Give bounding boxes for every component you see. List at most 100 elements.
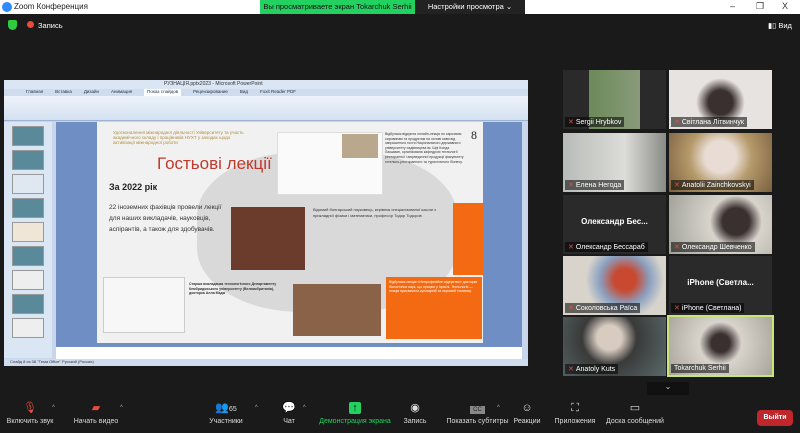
restore-button[interactable]: ❐ [756, 1, 764, 12]
record-icon: ◉ [410, 402, 420, 414]
apps-button[interactable]: ⛶ Приложения [553, 397, 597, 425]
participants-icon: 👥65 [215, 402, 237, 414]
slide-thumbnail[interactable] [12, 150, 44, 170]
chat-label: Чат [283, 418, 295, 425]
slide-thumbnail[interactable] [12, 198, 44, 218]
participant-name: Елена Негода [575, 182, 622, 189]
ribbon-tab[interactable]: Анимация [111, 89, 132, 96]
slide-text-middle: Відомий болгарський науковець, керівник … [313, 207, 436, 218]
slide-body: 22 іноземних фахівців провели лекції для… [109, 204, 222, 233]
participant-tile[interactable]: ✕ Світлана Літвинчук [669, 70, 772, 129]
reactions-label: Реакции [513, 418, 541, 425]
slide-thumbnail[interactable] [12, 126, 44, 146]
minimize-button[interactable]: – [730, 1, 735, 11]
participant-tile[interactable]: Олександр Бес... ✕ Олександр Бессараб [563, 195, 666, 254]
audio-options-caret[interactable]: ^ [52, 405, 55, 411]
captions-options-caret[interactable]: ^ [497, 405, 500, 411]
muted-mic-icon: ✕ [568, 119, 574, 126]
slide: Удосконалення міжнародної діяльності Уні… [97, 122, 483, 343]
chat-options-caret[interactable]: ^ [303, 405, 306, 411]
participant-name: Соколовська Раїса [575, 305, 638, 312]
participant-tile-active-speaker[interactable]: Tokarchuk Serhii [667, 315, 774, 377]
participant-tile[interactable]: iPhone (Светла... ✕ iPhone (Светлана) [669, 256, 772, 315]
slide-orange-textbox: Відбулася лекція «Непрофесійне лідерство… [386, 277, 482, 339]
slide-thumbnail[interactable] [12, 222, 44, 242]
chat-icon: 💬 [282, 402, 296, 414]
muted-mic-icon: ✕ [674, 305, 680, 312]
participant-tile[interactable]: ✕ Anatoly Kuts [563, 317, 666, 376]
ribbon-tab[interactable]: Вид [240, 89, 248, 96]
ribbon [4, 96, 528, 121]
recording-label: Запись [38, 21, 63, 30]
participant-tile[interactable]: ✕ Anatolii Zainchkovskyi [669, 133, 772, 192]
screen-share-banner: Вы просматриваете экран Tokarchuk Serhii [260, 0, 415, 14]
poster-image [293, 284, 381, 336]
ribbon-tab[interactable]: Foxit Reader PDF [260, 89, 296, 96]
video-screenshot-image [342, 134, 378, 158]
ribbon-tab[interactable]: Рецензирование [193, 89, 228, 96]
participant-name: Sergii Hrybkov [575, 119, 622, 126]
reactions-button[interactable]: ☺ Реакции [512, 397, 542, 425]
slide-thumbnail[interactable] [12, 270, 44, 290]
close-button[interactable]: X [782, 1, 788, 11]
unmute-label: Включить звук [6, 418, 54, 425]
captions-button[interactable]: CC Показать субтитры [440, 397, 515, 425]
slide-text-top-right: Відбулася відкрита онлайн-лекція по харч… [385, 132, 464, 164]
slide-notes[interactable] [56, 347, 522, 359]
apps-icon: ⛶ [571, 402, 579, 414]
slide-canvas: Удосконалення міжнародної діяльності Уні… [56, 122, 522, 347]
participant-tile[interactable]: ✕ Соколовська Раїса [563, 256, 666, 315]
participant-display-name: Олександр Бес... [581, 217, 648, 226]
participants-button[interactable]: 👥65 Участники [205, 397, 247, 425]
ribbon-tab[interactable]: Вставка [55, 89, 72, 96]
ribbon-tab[interactable]: Главная [26, 89, 43, 96]
captions-label: Показать субтитры [446, 418, 509, 425]
participant-tile[interactable]: ✕ Sergii Hrybkov [563, 70, 666, 129]
security-shield-icon[interactable] [8, 20, 17, 30]
unmute-button[interactable]: 🎙 Включить звук [4, 397, 56, 425]
whiteboard-button[interactable]: ▭ Доска сообщений [603, 397, 667, 425]
participant-tile[interactable]: ✕ Олександр Шевченко [669, 195, 772, 254]
shared-screen: РУЗНАЦІЯ.pptx2023 - Microsoft PowerPoint… [4, 80, 528, 366]
muted-mic-icon: ✕ [568, 244, 574, 251]
participant-tile[interactable]: ✕ Елена Негода [563, 133, 666, 192]
muted-mic-icon: ✕ [674, 182, 680, 189]
whiteboard-icon: ▭ [629, 402, 641, 414]
gallery-scroll-down-button[interactable]: ⌄ [647, 382, 689, 395]
start-video-button[interactable]: ▰ Начать видео [68, 397, 124, 425]
record-label: Запись [403, 418, 427, 425]
muted-mic-icon: ✕ [674, 119, 680, 126]
chat-button[interactable]: 💬 Чат [278, 397, 300, 425]
slide-number: 8 [471, 128, 477, 142]
powerpoint-title: РУЗНАЦІЯ.pptx2023 - Microsoft PowerPoint [4, 80, 528, 89]
slide-thumbnail[interactable] [12, 294, 44, 314]
view-label: Вид [778, 21, 792, 30]
webinar-screenshot-image [103, 277, 185, 333]
slide-thumbnail[interactable] [12, 246, 44, 266]
slide-thumbnail[interactable] [12, 174, 44, 194]
recording-icon [27, 21, 34, 28]
ribbon-tabs: Главная Вставка Дизайн Анимация Показ сл… [4, 89, 528, 96]
participants-count: 65 [228, 406, 237, 413]
video-options-caret[interactable]: ^ [120, 405, 123, 411]
share-screen-label: Демонстрация экрана [319, 418, 391, 425]
participants-options-caret[interactable]: ^ [255, 405, 258, 411]
slide-thumbnails[interactable] [4, 122, 52, 358]
participant-name: Олександр Бессараб [575, 244, 645, 251]
participant-name: Anatoly Kuts [575, 366, 616, 373]
ribbon-tab-active[interactable]: Показ слайдов [144, 89, 182, 96]
share-screen-button[interactable]: ↑ Демонстрация экрана [315, 397, 395, 425]
ribbon-tab[interactable]: Дизайн [84, 89, 99, 96]
view-options-dropdown[interactable]: Настройки просмотра ⌄ [415, 0, 525, 14]
zoom-logo-icon [2, 2, 12, 12]
participant-name: Tokarchuk Serhii [674, 365, 726, 372]
slide-thumbnail[interactable] [12, 318, 44, 338]
view-button[interactable]: ▮▯ Вид [768, 21, 792, 30]
start-video-label: Начать видео [73, 418, 119, 425]
orange-block [453, 203, 483, 275]
record-button[interactable]: ◉ Запись [400, 397, 430, 425]
leave-button[interactable]: Выйти [757, 410, 793, 426]
whiteboard-label: Доска сообщений [606, 418, 664, 425]
slide-title: Гостьові лекції [157, 154, 272, 173]
captions-icon: CC [440, 401, 515, 415]
